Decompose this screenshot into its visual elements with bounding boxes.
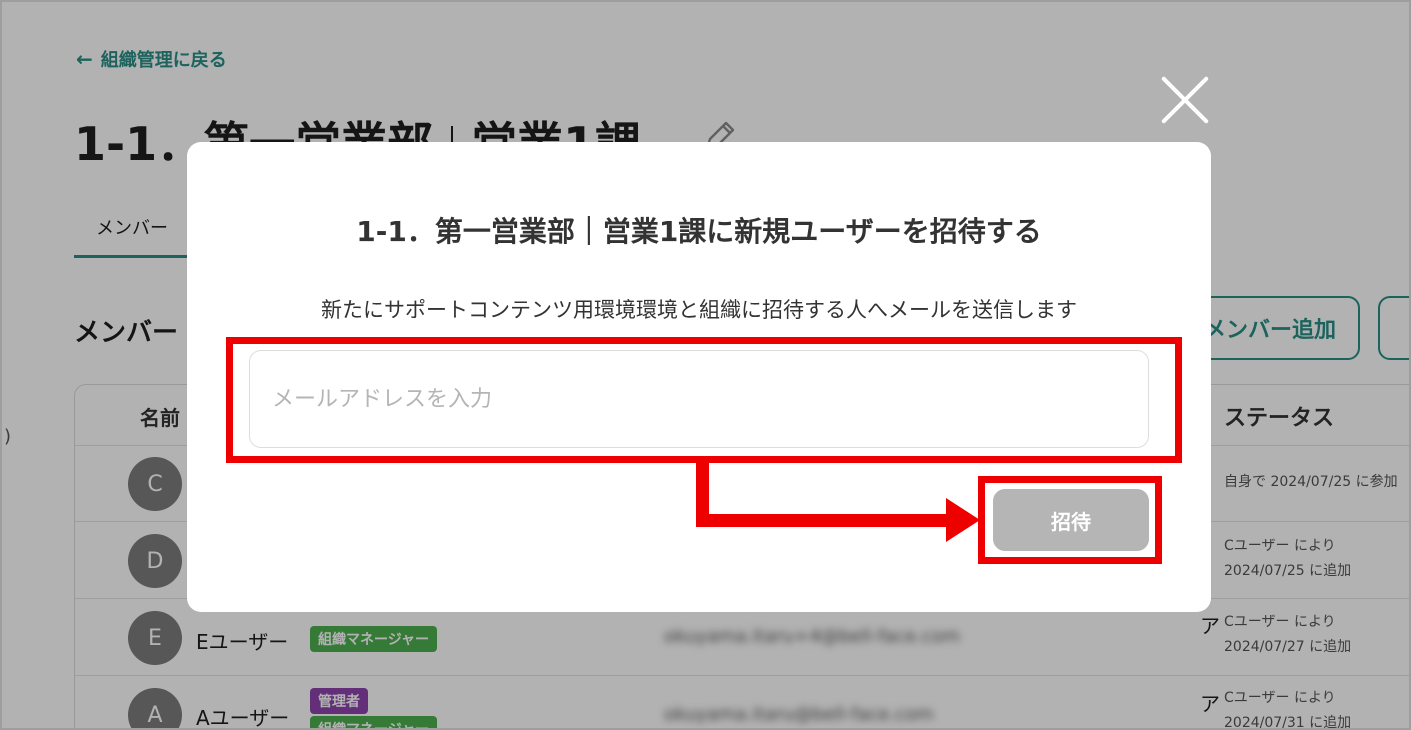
screenshot-frame: ← 組織管理に戻る 1-1．第一営業部営業1課 メンバー メンバー メンバー追加… — [0, 0, 1411, 730]
dialog-description: 新たにサポートコンテンツ用環境環境と組織に招待する人へメールを送信します — [321, 298, 1077, 322]
annotation-arrow-head — [946, 498, 980, 542]
annotation-arrow-shaft — [696, 514, 948, 527]
annotation-highlight-button — [978, 476, 1162, 564]
close-icon[interactable] — [1158, 74, 1210, 126]
annotation-highlight-input — [226, 337, 1182, 463]
dialog-title: 1-1．第一営業部｜営業1課に新規ユーザーを招待する — [356, 215, 1042, 248]
